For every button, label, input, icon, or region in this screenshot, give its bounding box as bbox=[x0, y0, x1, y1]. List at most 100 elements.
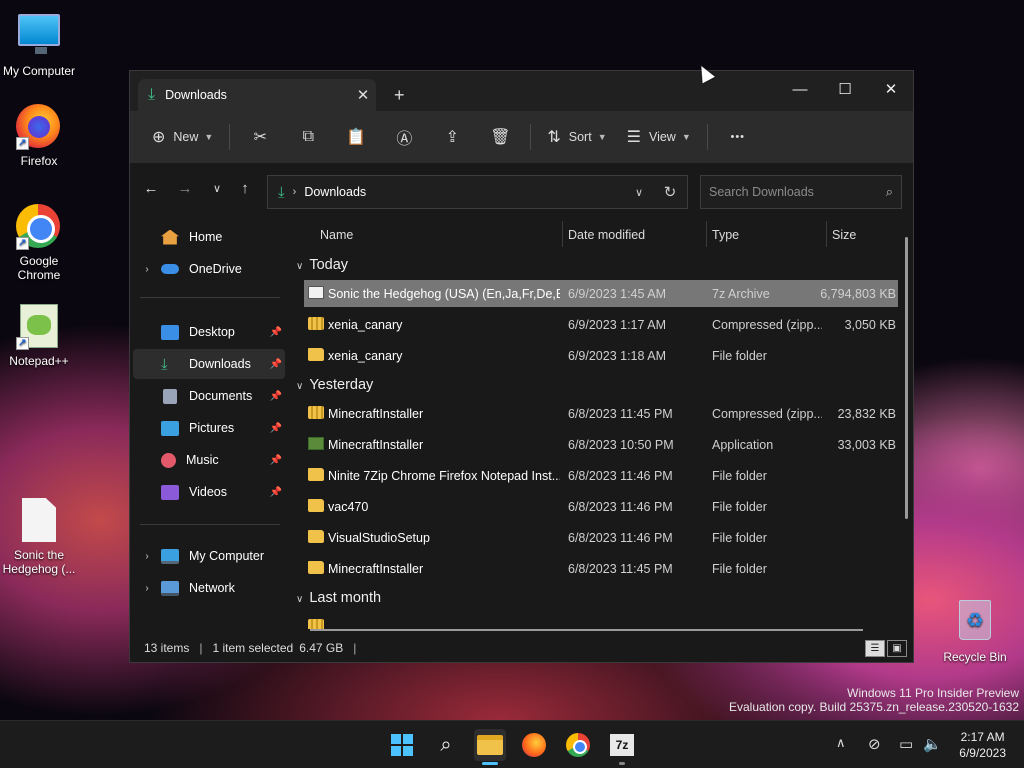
column-header-type[interactable]: Type bbox=[712, 228, 739, 242]
pin-icon[interactable]: 📌 bbox=[267, 487, 285, 498]
sort-button[interactable]: ⇅ Sort ▼ bbox=[537, 119, 616, 155]
address-dropdown-button[interactable]: ∨ bbox=[625, 186, 653, 199]
title-bar[interactable]: ⤓ Downloads ✕ + — ☐ ✕ bbox=[130, 71, 913, 111]
cut-button[interactable]: ✂ bbox=[236, 119, 284, 155]
search-box[interactable]: ⌕ bbox=[700, 175, 902, 209]
sidebar-item-videos[interactable]: Videos 📌 bbox=[133, 477, 285, 507]
taskbar: ⌕ 7z ∧ ⊘ ▭ 🔈 2:17 AM 6/9/2023 bbox=[0, 720, 1024, 768]
file-type: File folder bbox=[712, 531, 767, 545]
sidebar-item-my-computer[interactable]: › My Computer bbox=[133, 541, 285, 571]
horizontal-scrollbar[interactable] bbox=[310, 629, 863, 631]
rename-button[interactable]: Ⓐ bbox=[380, 119, 428, 155]
taskbar-firefox[interactable] bbox=[518, 729, 550, 761]
sidebar-item-documents[interactable]: Documents 📌 bbox=[133, 381, 285, 411]
pin-icon[interactable]: 📌 bbox=[267, 423, 285, 434]
sidebar-item-onedrive[interactable]: › OneDrive bbox=[133, 254, 285, 284]
file-row[interactable]: MinecraftInstaller 6/8/2023 11:45 PM Fil… bbox=[304, 555, 898, 582]
file-row[interactable]: Ninite 7Zip Chrome Firefox Notepad Inst.… bbox=[304, 462, 898, 489]
minimize-button[interactable]: — bbox=[777, 75, 823, 105]
column-divider[interactable] bbox=[562, 221, 563, 247]
desktop-icon-sonic-file[interactable]: Sonic the Hedgehog (... bbox=[0, 498, 78, 576]
file-row[interactable]: xenia_canary 6/9/2023 1:17 AM Compressed… bbox=[304, 311, 898, 338]
clock-date: 6/9/2023 bbox=[959, 746, 1006, 760]
delete-button[interactable]: 🗑 bbox=[476, 119, 524, 155]
pin-icon[interactable]: 📌 bbox=[267, 327, 285, 338]
folder-icon bbox=[308, 530, 324, 543]
chevron-right-icon[interactable]: › bbox=[133, 264, 161, 275]
vertical-scrollbar[interactable] bbox=[905, 237, 908, 519]
column-header-size[interactable]: Size bbox=[832, 228, 856, 242]
column-header-name[interactable]: Name bbox=[320, 228, 353, 242]
tab-close-button[interactable]: ✕ bbox=[350, 86, 376, 104]
start-button[interactable] bbox=[386, 729, 418, 761]
chevron-right-icon[interactable]: › bbox=[133, 583, 161, 594]
download-arrow-icon: ⤓ bbox=[161, 355, 168, 373]
show-hidden-icons-button[interactable]: ∧ bbox=[836, 735, 846, 751]
new-button[interactable]: ⊕ New ▼ bbox=[142, 119, 223, 155]
taskbar-7zip[interactable]: 7z bbox=[606, 729, 638, 761]
tab-downloads[interactable]: ⤓ Downloads ✕ bbox=[138, 79, 376, 111]
up-button[interactable]: ↑ bbox=[230, 180, 260, 197]
file-row[interactable]: MinecraftInstaller 6/8/2023 11:45 PM Com… bbox=[304, 400, 898, 427]
file-row[interactable]: xenia_canary 6/9/2023 1:18 AM File folde… bbox=[304, 342, 898, 369]
sort-arrows-icon: ⇅ bbox=[547, 129, 561, 146]
clipboard-icon: 📋 bbox=[346, 129, 367, 146]
shortcut-arrow-icon: ↗ bbox=[16, 337, 29, 350]
file-name: MinecraftInstaller bbox=[328, 438, 424, 452]
volume-icon[interactable]: 🔈 bbox=[923, 735, 942, 753]
pin-icon[interactable]: 📌 bbox=[267, 391, 285, 402]
file-date: 6/8/2023 11:46 PM bbox=[568, 500, 673, 514]
desktop-icon-firefox[interactable]: ↗ Firefox bbox=[0, 104, 78, 168]
close-button[interactable]: ✕ bbox=[868, 75, 914, 105]
system-clock[interactable]: 2:17 AM 6/9/2023 bbox=[959, 729, 1006, 761]
sidebar-item-pictures[interactable]: Pictures 📌 bbox=[133, 413, 285, 443]
more-options-button[interactable]: ••• bbox=[714, 119, 762, 155]
desktop-icon-chrome[interactable]: ↗ Google Chrome bbox=[0, 204, 78, 282]
file-row[interactable]: MinecraftInstaller 6/8/2023 10:50 PM App… bbox=[304, 431, 898, 458]
desktop-icon-my-computer[interactable]: My Computer bbox=[0, 10, 78, 78]
desktop-icon-notepad-plus-plus[interactable]: ↗ Notepad++ bbox=[0, 304, 78, 368]
chevron-down-icon: ∨ bbox=[212, 183, 222, 195]
new-tab-button[interactable]: + bbox=[394, 85, 405, 106]
breadcrumb-downloads[interactable]: Downloads bbox=[304, 185, 625, 199]
pin-icon[interactable]: 📌 bbox=[267, 359, 285, 370]
column-divider[interactable] bbox=[706, 221, 707, 247]
taskbar-file-explorer[interactable] bbox=[474, 729, 506, 761]
search-button[interactable]: ⌕ bbox=[430, 729, 462, 761]
file-row[interactable]: vac470 6/8/2023 11:46 PM File folder bbox=[304, 493, 898, 520]
chevron-right-icon[interactable]: › bbox=[133, 551, 161, 562]
copy-button[interactable]: ⧉ bbox=[284, 119, 332, 155]
sidebar-item-home[interactable]: Home bbox=[133, 222, 285, 252]
sidebar-item-downloads[interactable]: ⤓ Downloads 📌 bbox=[133, 349, 285, 379]
address-bar[interactable]: ⤓ › Downloads ∨ ↻ bbox=[267, 175, 688, 209]
recent-locations-button[interactable]: ∨ bbox=[202, 182, 232, 195]
sidebar-item-label: Desktop bbox=[189, 325, 235, 339]
back-button[interactable]: ← bbox=[136, 180, 166, 197]
desktop-icon-recycle-bin[interactable]: ♻ Recycle Bin bbox=[936, 600, 1014, 664]
search-input[interactable] bbox=[709, 185, 886, 199]
paste-button[interactable]: 📋 bbox=[332, 119, 380, 155]
file-row[interactable]: VisualStudioSetup 6/8/2023 11:46 PM File… bbox=[304, 524, 898, 551]
group-header-last-month[interactable]: ∨ Last month bbox=[296, 590, 381, 606]
network-disconnected-icon[interactable]: ⊘ bbox=[868, 735, 881, 753]
column-divider[interactable] bbox=[826, 221, 827, 247]
column-header-date[interactable]: Date modified bbox=[568, 228, 645, 242]
sidebar-item-network[interactable]: › Network bbox=[133, 573, 285, 603]
taskbar-chrome[interactable] bbox=[562, 729, 594, 761]
refresh-button[interactable]: ↻ bbox=[653, 183, 687, 201]
sidebar-item-desktop[interactable]: Desktop 📌 bbox=[133, 317, 285, 347]
details-view-icon[interactable]: ☰ bbox=[865, 640, 885, 657]
file-row-partial[interactable] bbox=[304, 613, 898, 629]
group-header-yesterday-label[interactable]: ∨ Yesterday bbox=[296, 377, 373, 393]
forward-button[interactable]: → bbox=[170, 180, 200, 197]
file-row[interactable]: Sonic the Hedgehog (USA) (En,Ja,Fr,De,E.… bbox=[304, 280, 898, 307]
tiles-view-icon[interactable]: ▣ bbox=[887, 640, 907, 657]
desktop-icon-label: My Computer bbox=[2, 64, 76, 78]
pin-icon[interactable]: 📌 bbox=[267, 455, 285, 466]
maximize-button[interactable]: ☐ bbox=[822, 75, 868, 105]
view-button[interactable]: ☰ View ▼ bbox=[617, 119, 701, 155]
group-header-today[interactable]: ∨ Today bbox=[296, 257, 348, 273]
display-icon[interactable]: ▭ bbox=[899, 735, 913, 753]
sidebar-item-music[interactable]: Music 📌 bbox=[133, 445, 285, 475]
share-button[interactable]: ⇪ bbox=[428, 119, 476, 155]
